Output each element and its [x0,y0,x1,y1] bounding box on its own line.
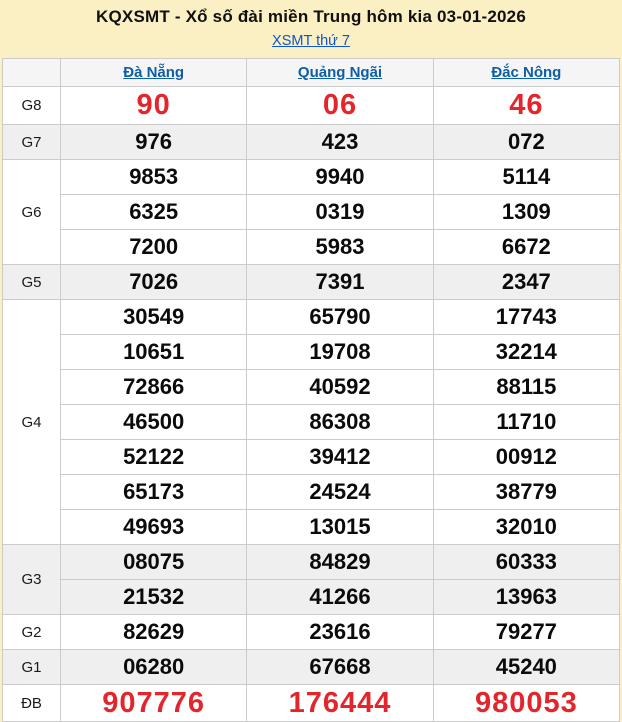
prize-value: 39412 [246,439,434,475]
prize-label-db: ĐB [2,684,61,722]
prize-row-g4: 10651 19708 32214 [3,334,621,370]
prize-value: 30549 [59,299,248,335]
prize-value: 67668 [246,649,434,685]
prize-row-g6: 7200 5983 6672 [3,229,621,265]
prize-value: 65173 [59,474,248,510]
prize-row-g2: G2 82629 23616 79277 [2,614,621,650]
prize-value: 00912 [432,439,621,475]
prize-value: 6672 [432,229,621,265]
prize-label-g8: G8 [2,86,61,125]
prize-value: 1309 [432,194,621,230]
prize-value: 9940 [246,159,434,195]
prize-row-g4: G4 30549 65790 17743 [2,299,621,545]
prize-row-g4: 46500 86308 11710 [3,404,621,440]
prize-value: 7200 [59,229,248,265]
prize-value: 21532 [59,579,248,615]
prize-label-g4: G4 [2,299,61,545]
prize-value: 79277 [432,614,621,650]
prize-value: 82629 [59,614,248,650]
prize-row-g7: G7 976 423 072 [2,124,621,160]
prize-value: 08075 [59,544,248,580]
prize-value: 9853 [59,159,248,195]
prize-value: 13015 [246,509,434,545]
column-header-dac-nong[interactable]: Đắc Nông [491,64,561,81]
subtitle-row: XSMT thứ 7 [0,32,622,50]
prize-value: 976 [59,124,248,160]
prize-value: 980053 [432,684,621,722]
prize-row-g5: G5 7026 7391 2347 [2,264,621,300]
prize-value: 2347 [432,264,621,300]
prize-value: 46500 [59,404,248,440]
prize-label-g1: G1 [2,649,61,685]
prize-value: 176444 [246,684,434,722]
corner-cell [2,58,61,87]
prize-value: 40592 [246,369,434,405]
prize-value: 23616 [246,614,434,650]
prize-value: 32010 [432,509,621,545]
prize-value: 86308 [246,404,434,440]
prize-value: 19708 [246,334,434,370]
prize-row-g6: 6325 0319 1309 [3,194,621,230]
prize-row-g4: 72866 40592 88115 [3,369,621,405]
prize-label-g6: G6 [2,159,61,265]
prize-value: 45240 [432,649,621,685]
prize-row-g4: 52122 39412 00912 [3,439,621,475]
prize-row-g4: 49693 13015 32010 [3,509,621,545]
prize-value: 7026 [59,264,248,300]
prize-value: 52122 [59,439,248,475]
prize-row-g4: 65173 24524 38779 [3,474,621,510]
prize-value: 11710 [432,404,621,440]
page-header: KQXSMT - Xổ số đài miền Trung hôm kia 03… [0,0,622,58]
prize-value: 24524 [246,474,434,510]
prize-row-db: ĐB 907776 176444 980053 [2,684,621,722]
prize-value: 84829 [246,544,434,580]
prize-value: 32214 [432,334,621,370]
prize-label-g2: G2 [2,614,61,650]
prize-value: 06280 [59,649,248,685]
prize-row-g8: G8 90 06 46 [2,86,621,125]
page-title: KQXSMT - Xổ số đài miền Trung hôm kia 03… [96,7,526,26]
prize-row-g3: 21532 41266 13963 [3,579,621,615]
prize-label-g5: G5 [2,264,61,300]
prize-value: 5114 [432,159,621,195]
column-header-quang-ngai[interactable]: Quảng Ngãi [298,64,382,81]
prize-value: 423 [246,124,434,160]
table-header-row: Đà Nẵng Quảng Ngãi Đắc Nông [2,58,621,87]
prize-value: 06 [246,86,434,125]
prize-label-g7: G7 [2,124,61,160]
prize-row-g6: G6 9853 9940 5114 [2,159,621,265]
xsmt-day-link[interactable]: XSMT thứ 7 [272,33,350,49]
prize-value: 6325 [59,194,248,230]
prize-value: 88115 [432,369,621,405]
column-header-da-nang[interactable]: Đà Nẵng [123,64,184,81]
prize-value: 907776 [59,684,248,722]
prize-row-g1: G1 06280 67668 45240 [2,649,621,685]
prize-value: 46 [432,86,621,125]
results-table: Đà Nẵng Quảng Ngãi Đắc Nông G8 90 06 46 … [2,58,621,722]
prize-value: 13963 [432,579,621,615]
prize-value: 49693 [59,509,248,545]
prize-value: 0319 [246,194,434,230]
prize-value: 65790 [246,299,434,335]
prize-row-g3: G3 08075 84829 60333 [2,544,621,615]
prize-value: 5983 [246,229,434,265]
prize-value: 7391 [246,264,434,300]
prize-label-g3: G3 [2,544,61,615]
prize-value: 72866 [59,369,248,405]
prize-value: 90 [59,86,248,125]
prize-value: 17743 [432,299,621,335]
prize-value: 10651 [59,334,248,370]
prize-value: 38779 [432,474,621,510]
prize-value: 072 [432,124,621,160]
prize-value: 60333 [432,544,621,580]
prize-value: 41266 [246,579,434,615]
